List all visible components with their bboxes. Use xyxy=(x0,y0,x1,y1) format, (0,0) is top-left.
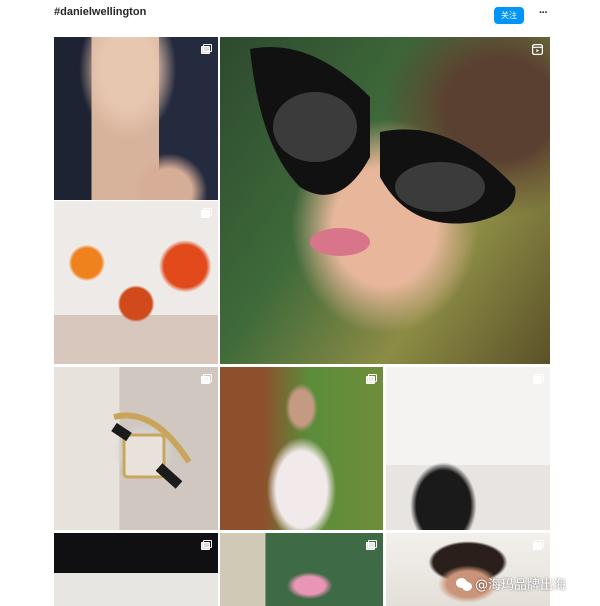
grid-post-curly-hair-portrait[interactable] xyxy=(386,533,550,606)
grid-post-necklace[interactable] xyxy=(54,37,218,200)
grid-post-watch-bracelet[interactable] xyxy=(54,367,218,530)
grid-post-sunglasses[interactable] xyxy=(220,37,550,364)
multiple-images-icon xyxy=(366,540,377,550)
watch-illustration xyxy=(111,412,192,489)
watermark-text: @海玛品牌出海 xyxy=(475,578,567,593)
sunglasses-illustration xyxy=(250,47,516,256)
multiple-images-icon xyxy=(201,208,212,218)
grid-post-garden-scarf[interactable] xyxy=(220,533,383,606)
multiple-images-icon xyxy=(201,374,212,384)
multiple-images-icon xyxy=(533,374,544,384)
multiple-images-icon xyxy=(201,540,212,550)
watermark: @海玛品牌出海 xyxy=(456,574,566,593)
grid-post-black-bag-rings[interactable] xyxy=(54,533,218,606)
wechat-logo-icon xyxy=(456,577,472,591)
reel-icon xyxy=(532,44,543,55)
grid-post-floral-blouse[interactable] xyxy=(220,367,383,530)
grid-post-bangle-bag[interactable] xyxy=(386,367,550,530)
multiple-images-icon xyxy=(366,374,377,384)
multiple-images-icon xyxy=(533,540,544,550)
grid-post-autumn-watch[interactable] xyxy=(54,201,218,364)
hashtag-title: #danielwellington xyxy=(54,6,147,18)
more-options-button[interactable]: ··· xyxy=(536,6,550,20)
multiple-images-icon xyxy=(201,44,212,54)
follow-button[interactable]: 关注 xyxy=(494,7,524,24)
